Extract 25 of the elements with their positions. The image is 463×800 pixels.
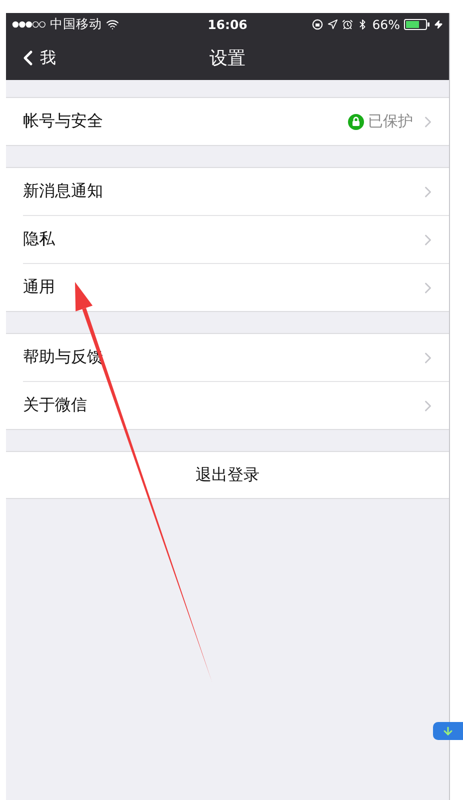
status-time: 16:06	[208, 17, 248, 32]
logout-button[interactable]: 退出登录	[6, 451, 449, 499]
settings-row[interactable]: 新消息通知	[23, 168, 449, 215]
row-label: 帐号与安全	[23, 111, 104, 132]
scroll-down-button[interactable]	[433, 722, 463, 740]
battery-percentage: 66%	[372, 17, 400, 32]
signal-icon	[12, 21, 46, 28]
lock-icon	[348, 114, 364, 130]
row-label: 隐私	[23, 229, 56, 250]
arrow-down-icon	[442, 725, 454, 737]
carrier-name: 中国移动	[50, 16, 102, 33]
settings-row[interactable]: 隐私	[23, 215, 449, 263]
battery-icon	[404, 19, 430, 30]
page-title: 设置	[210, 47, 246, 70]
orientation-lock-icon	[312, 19, 324, 30]
row-label: 新消息通知	[23, 181, 104, 202]
location-icon	[327, 19, 338, 30]
charging-icon	[434, 20, 443, 29]
bluetooth-icon	[357, 19, 368, 30]
status-value: 已保护	[368, 112, 413, 131]
row-label: 通用	[23, 277, 56, 298]
row-label: 关于微信	[23, 395, 88, 416]
back-button[interactable]: 我	[6, 46, 56, 70]
settings-row[interactable]: 帐号与安全 已保护	[23, 98, 449, 145]
alarm-icon	[342, 19, 354, 30]
